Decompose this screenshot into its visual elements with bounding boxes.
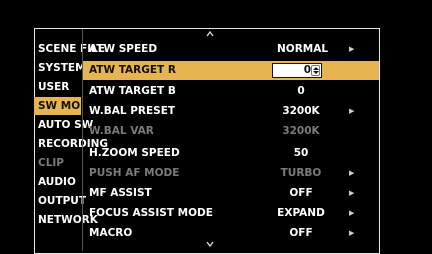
menu-row-value: TURBO xyxy=(280,167,322,179)
menu-row-value: NORMAL xyxy=(277,43,329,55)
menu-row-label: ATW TARGET R xyxy=(89,64,176,76)
menu-row-label: FOCUS ASSIST MODE xyxy=(89,207,213,219)
triangle-right-icon: ▶ xyxy=(349,229,355,237)
triangle-right-icon: ▶ xyxy=(349,169,355,177)
menu-row-label: ATW TARGET B xyxy=(89,85,176,97)
sidebar-item-user[interactable]: USER xyxy=(38,78,69,96)
menu-row-w-bal-var: W.BAL VAR 3200K xyxy=(83,122,379,141)
menu-row-label: ATW SPEED xyxy=(89,43,158,55)
menu-row-value: 3200K xyxy=(282,125,320,137)
menu-row-label: W.BAL PRESET xyxy=(89,105,176,117)
menu-row-label: H.ZOOM SPEED xyxy=(89,147,180,159)
menu-row-value: OFF xyxy=(289,187,313,199)
sidebar-item-audio[interactable]: AUDIO xyxy=(38,173,76,191)
menu-row-value: 50 xyxy=(293,147,309,159)
sidebar-item-output[interactable]: OUTPUT xyxy=(38,192,86,210)
triangle-right-icon: ▶ xyxy=(349,107,355,115)
menu-row-value: 0 xyxy=(297,85,305,97)
chevron-down-icon[interactable] xyxy=(206,240,214,248)
triangle-right-icon: ▶ xyxy=(349,189,355,197)
up-down-spinner-icon[interactable] xyxy=(311,65,320,76)
menu-row-h-zoom-speed[interactable]: H.ZOOM SPEED 50 xyxy=(83,144,379,163)
triangle-right-icon: ▶ xyxy=(349,45,355,53)
menu-row-atw-target-r[interactable]: ATW TARGET R 0 xyxy=(83,61,379,80)
sidebar-item-system[interactable]: SYSTEM xyxy=(38,59,86,77)
menu-row-label: MACRO xyxy=(89,227,133,239)
menu-row-w-bal-preset[interactable]: W.BAL PRESET 3200K ▶ xyxy=(83,102,379,121)
menu-row-atw-target-b[interactable]: ATW TARGET B 0 xyxy=(83,82,379,101)
menu-row-atw-speed[interactable]: ATW SPEED NORMAL ▶ xyxy=(83,40,379,59)
chevron-up-icon[interactable] xyxy=(206,30,214,38)
sidebar-item-clip[interactable]: CLIP xyxy=(38,154,64,172)
value-stepper[interactable]: 0 xyxy=(272,63,322,78)
menu-row-mf-assist[interactable]: MF ASSIST OFF ▶ xyxy=(83,184,379,203)
menu-row-push-af-mode: PUSH AF MODE TURBO ▶ xyxy=(83,164,379,183)
menu-row-value: OFF xyxy=(289,227,313,239)
triangle-right-icon: ▶ xyxy=(349,209,355,217)
menu-row-label: PUSH AF MODE xyxy=(89,167,180,179)
sidebar-item-sw-mode[interactable]: SW MODE xyxy=(34,97,81,115)
menu-row-value: 3200K xyxy=(282,105,320,117)
menu-row-label: MF ASSIST xyxy=(89,187,152,199)
menu-row-label: W.BAL VAR xyxy=(89,125,154,137)
menu-row-macro[interactable]: MACRO OFF ▶ xyxy=(83,224,379,243)
menu-row-focus-assist-mode[interactable]: FOCUS ASSIST MODE EXPAND ▶ xyxy=(83,204,379,223)
menu-row-value: EXPAND xyxy=(277,207,325,219)
stepper-value: 0 xyxy=(303,64,311,76)
